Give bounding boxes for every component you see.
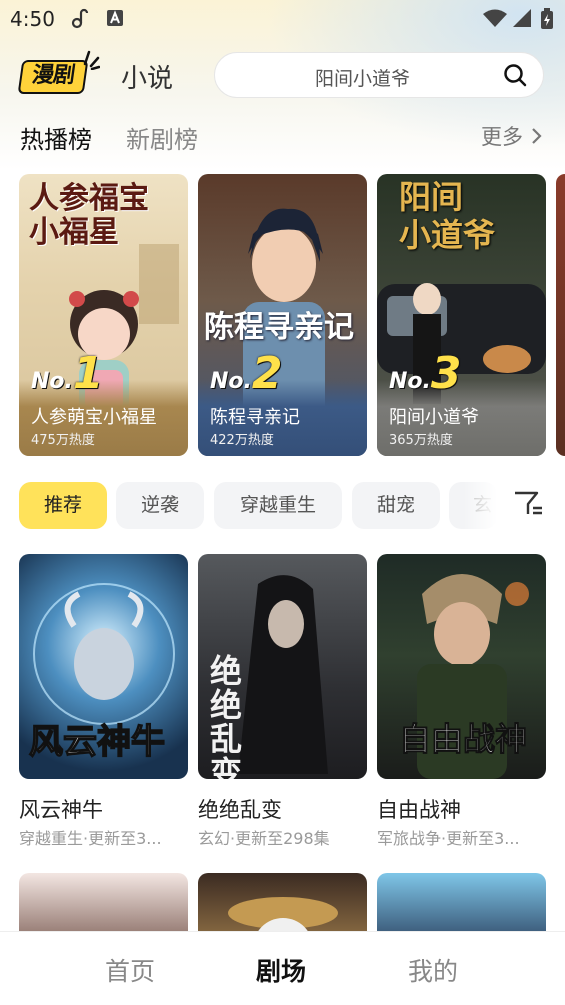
cover-title-art: 陈程寻亲记 [204,310,354,345]
tab-new-ranking[interactable]: 新剧榜 [126,120,198,155]
rank-number: No.3 [389,352,462,396]
logo-text: 漫剧 [17,60,89,94]
notification-a-icon [107,10,123,26]
rank-heat: 475万热度 [31,433,95,448]
category-chip[interactable]: 穿越重生 [214,482,342,529]
link-icon [71,8,89,29]
rank-value: 3 [430,348,462,399]
tab-hot-ranking[interactable]: 热播榜 [20,120,92,155]
rank-heat: 365万热度 [389,433,453,448]
search-placeholder: 阳间小道爷 [315,68,411,90]
more-link[interactable]: 更多 [481,121,542,151]
nav-mine[interactable]: 我的 [408,952,458,988]
category-chip-partial[interactable]: 玄 [449,482,497,529]
rank-heat: 422万热度 [210,433,274,448]
rank-number: No.1 [31,352,104,396]
rank-card[interactable]: 人参福宝 小福星 No.1 人参萌宝小福星 475万热度 [19,174,188,456]
cover-title-art: 绝绝乱变 [210,652,243,779]
rank-title: 阳间小道爷 [389,407,479,428]
cover-image[interactable]: 绝绝乱变 [198,554,367,779]
novel-tab[interactable]: 小说 [121,58,173,95]
nav-home[interactable]: 首页 [105,952,155,988]
drama-title[interactable]: 绝绝乱变 [198,794,282,824]
cover-title-art: 人参福宝 小福星 [29,181,149,250]
filter-icon[interactable] [512,488,544,520]
rank-card[interactable]: 陈程寻亲记 No.2 陈程寻亲记 422万热度 [198,174,367,456]
wifi-icon [483,9,507,27]
chevron-right-icon [531,128,542,144]
nav-theater[interactable]: 剧场 [256,952,306,988]
drama-subtitle: 玄幻·更新至298集 [198,829,330,848]
cover-title-art: 自由战神 [398,720,528,759]
cover-image[interactable]: 风云神牛 [19,554,188,779]
rank-prefix: No. [31,369,73,394]
category-chip-recommend[interactable]: 推荐 [19,482,107,529]
app-logo[interactable]: 漫剧 [17,48,100,96]
battery-icon [541,8,553,29]
rank-prefix: No. [389,369,431,394]
cover-title-art: 风云神牛 [28,721,166,763]
bottom-nav: 首页 剧场 我的 [0,931,565,1005]
more-label: 更多 [481,125,523,149]
category-chip[interactable]: 逆袭 [116,482,204,529]
status-time: 4:50 [10,7,55,31]
status-bar: 4:50 [0,0,565,38]
search-icon[interactable] [503,63,527,87]
signal-icon [513,9,531,27]
drama-subtitle: 军旅战争·更新至3... [377,829,520,848]
category-chip[interactable]: 甜宠 [352,482,440,529]
rank-card[interactable]: 阳间 小道爷 No.3 阳间小道爷 365万热度 [377,174,546,456]
search-bar[interactable]: 阳间小道爷 [214,52,544,98]
rank-title: 人参萌宝小福星 [31,407,157,428]
rank-title: 陈程寻亲记 [210,407,300,428]
cover-title-art: 阳间 小道爷 [399,178,496,254]
rank-number: No.2 [210,352,283,396]
rank-value: 2 [251,348,283,399]
drama-title[interactable]: 风云神牛 [19,794,103,824]
logo-spark-icon [83,50,100,70]
drama-subtitle: 穿越重生·更新至3... [19,829,162,848]
drama-title[interactable]: 自由战神 [377,794,461,824]
rank-value: 1 [72,348,104,399]
rank-prefix: No. [210,369,252,394]
rank-card-partial[interactable] [556,174,565,456]
cover-image[interactable]: 自由战神 [377,554,546,779]
